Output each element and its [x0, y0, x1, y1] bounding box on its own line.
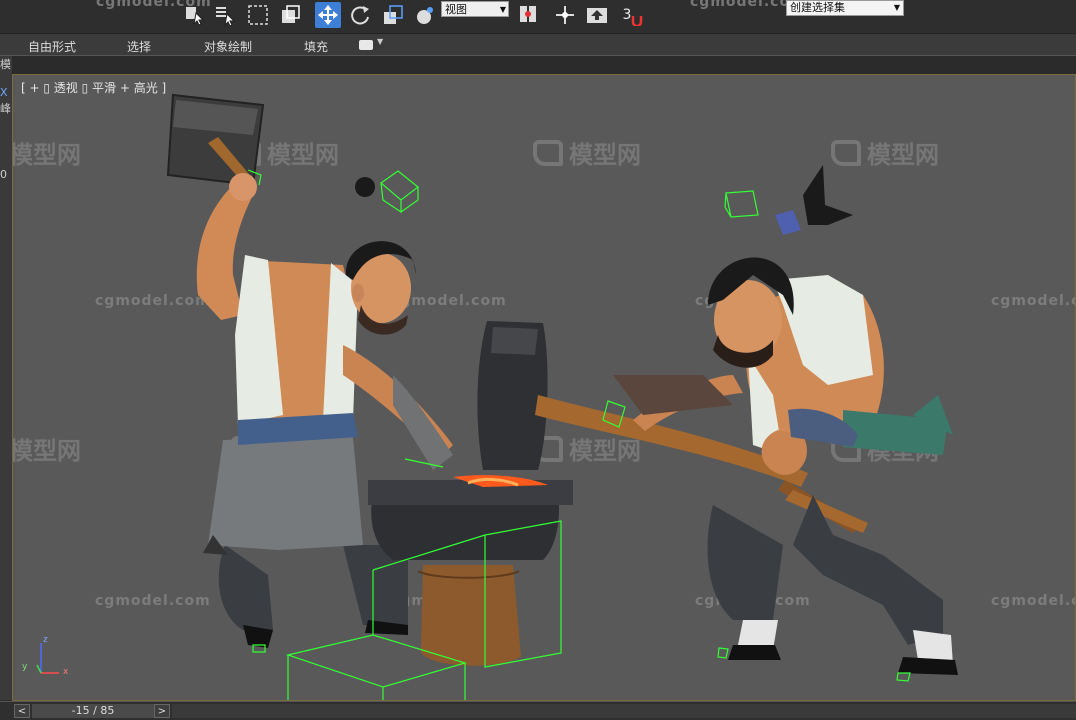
rotate-tool-icon[interactable]	[347, 2, 373, 28]
ribbon-bar: 自由形式 选择 对象绘制 填充 ▼	[0, 33, 1076, 56]
axis-x-label: x	[63, 667, 69, 677]
blacksmith-left-figure	[166, 93, 453, 648]
place-tool-icon[interactable]	[412, 2, 438, 28]
tab-object-paint[interactable]: 对象绘制	[204, 38, 252, 55]
left-strip-label: 0	[0, 168, 7, 181]
reference-coordinate-value: 视图	[445, 3, 467, 16]
next-frame-button[interactable]: >	[154, 704, 170, 718]
chevron-down-icon: ▼	[499, 5, 506, 14]
axis-gizmo	[36, 643, 59, 674]
select-manipulate-icon[interactable]	[552, 2, 578, 28]
main-toolbar: cgmodel.com 视图 ▼ 3 cgmodel.com 创建选择集 ▼	[0, 0, 1076, 33]
ribbon-toggle-icon[interactable]	[359, 40, 373, 50]
chevron-down-icon[interactable]: ▼	[377, 37, 383, 46]
snap-mode-number: 3	[622, 7, 632, 23]
timeline-track[interactable]	[172, 704, 1076, 718]
chevron-down-icon: ▼	[893, 3, 900, 12]
window-crossing-icon[interactable]	[277, 2, 303, 28]
tab-populate[interactable]: 填充	[304, 38, 328, 55]
snap-toggle-icon[interactable]: 3	[620, 2, 646, 28]
left-panel-strip: 模 X 峰 0	[0, 56, 12, 700]
select-object-icon[interactable]	[181, 2, 207, 28]
scale-tool-icon[interactable]	[380, 2, 406, 28]
previous-frame-button[interactable]: <	[14, 704, 30, 718]
select-by-name-icon[interactable]	[212, 2, 238, 28]
axis-z-label: z	[43, 635, 48, 645]
named-selection-set-dropdown[interactable]: 创建选择集 ▼	[786, 0, 904, 16]
perspective-viewport[interactable]: 模型网 模型网 模型网 模型网 模型网 模型网 模型网 模型网 cgmodel.…	[12, 74, 1076, 701]
rectangular-selection-icon[interactable]	[245, 2, 271, 28]
reference-coordinate-dropdown[interactable]: 视图 ▼	[441, 1, 509, 17]
scene-render	[36, 93, 958, 700]
tab-freeform[interactable]: 自由形式	[28, 38, 76, 55]
move-tool-icon[interactable]	[315, 2, 341, 28]
pivot-point-icon[interactable]	[515, 2, 541, 28]
axis-y-label: y	[22, 662, 28, 672]
timeline-bar: < -15 / 85 >	[0, 701, 1076, 720]
left-strip-label: 模	[0, 58, 11, 71]
tab-selection[interactable]: 选择	[127, 38, 151, 55]
keyboard-shortcut-icon[interactable]	[584, 2, 610, 28]
time-slider-frame[interactable]: -15 / 85	[32, 704, 154, 718]
viewport-label[interactable]: [ + ▯ 透视 ▯ 平滑 + 高光 ]	[21, 79, 166, 96]
selection-set-value: 创建选择集	[790, 1, 845, 14]
left-strip-label[interactable]: X	[0, 86, 8, 99]
left-strip-label: 峰	[0, 102, 11, 115]
